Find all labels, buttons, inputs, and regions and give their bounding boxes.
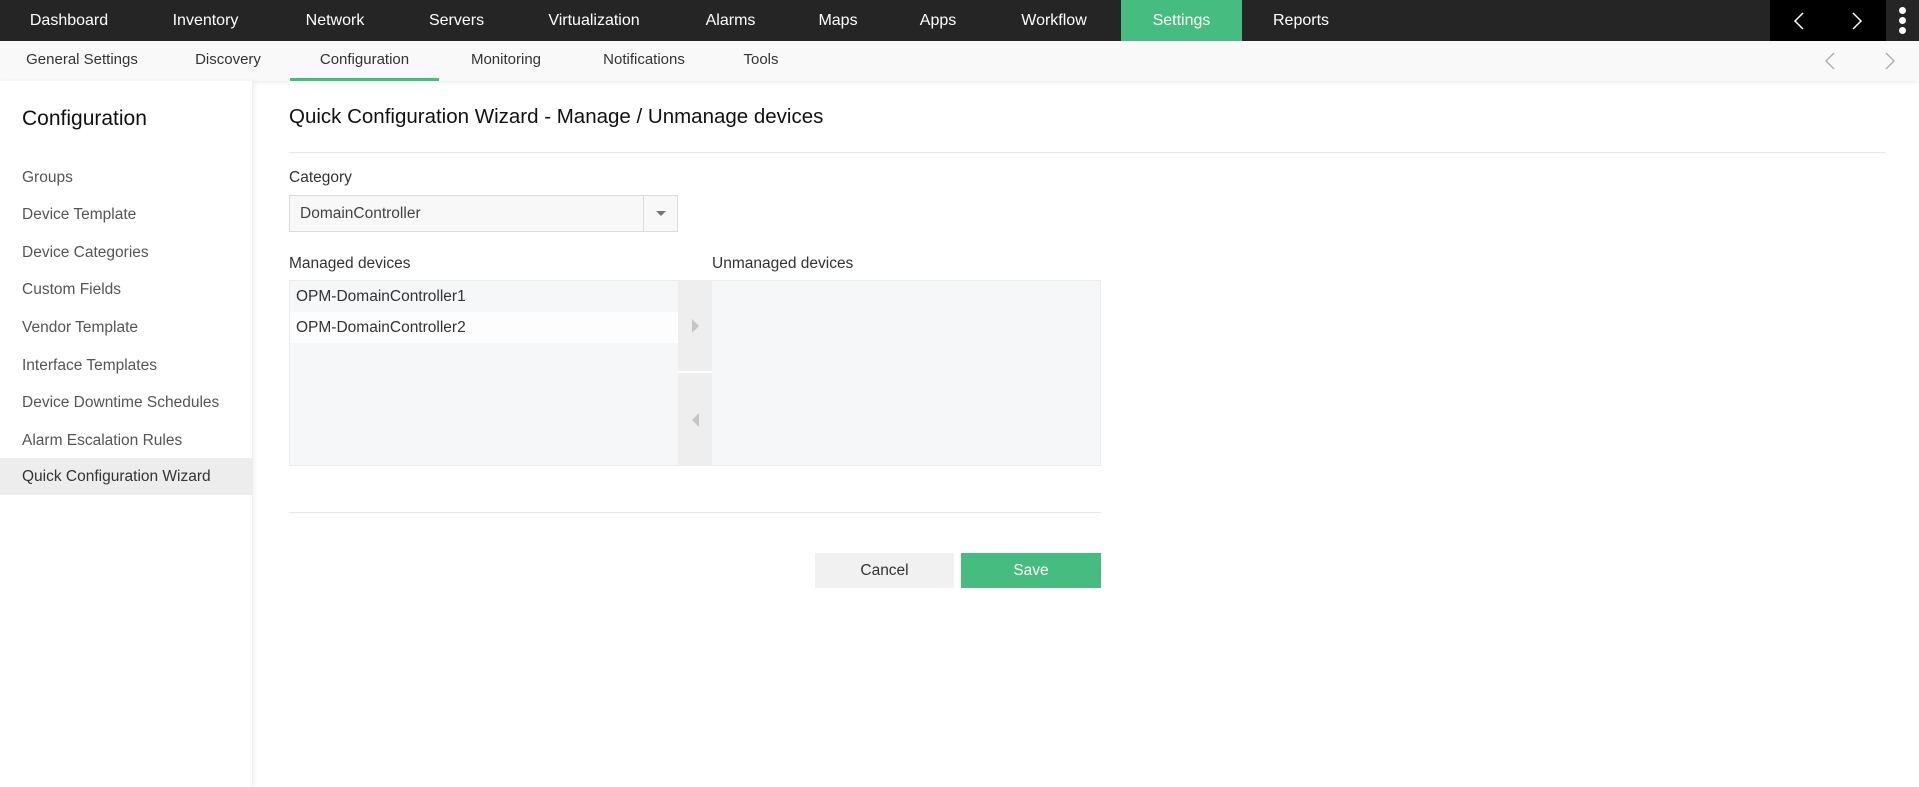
sidebar-item-vendor-template[interactable]: Vendor Template	[0, 309, 253, 346]
list-item[interactable]: OPM-DomainController1	[290, 281, 678, 312]
unmanaged-devices-label: Unmanaged devices	[712, 255, 854, 272]
nav-dashboard[interactable]: Dashboard	[12, 0, 126, 41]
chevron-left-icon	[1793, 11, 1804, 30]
save-button[interactable]: Save	[961, 553, 1101, 588]
sidebar-item-custom-fields[interactable]: Custom Fields	[0, 271, 253, 308]
subnav-general-settings[interactable]: General Settings	[18, 41, 146, 81]
sidebar-item-device-downtime-schedules[interactable]: Device Downtime Schedules	[0, 384, 253, 421]
chevron-right-icon	[1885, 52, 1895, 70]
nav-network[interactable]: Network	[290, 0, 380, 41]
chevron-down-icon[interactable]	[643, 196, 677, 231]
subnav-notifications[interactable]: Notifications	[592, 41, 696, 81]
move-to-managed-button[interactable]	[678, 373, 712, 466]
category-select-value: DomainController	[300, 205, 421, 222]
arrow-right-icon	[691, 318, 699, 333]
nav-apps[interactable]: Apps	[900, 0, 976, 41]
cancel-button[interactable]: Cancel	[815, 553, 954, 588]
subnav-discovery[interactable]: Discovery	[182, 41, 274, 81]
transfer-controls	[678, 280, 712, 466]
more-menu-icon[interactable]	[1886, 0, 1919, 41]
category-label: Category	[289, 169, 352, 186]
subnav-configuration[interactable]: Configuration	[290, 41, 439, 81]
nav-scroll-arrows	[1770, 0, 1886, 41]
sidebar-item-groups[interactable]: Groups	[0, 159, 253, 196]
move-to-unmanaged-button[interactable]	[678, 280, 712, 371]
sidebar-item-device-categories[interactable]: Device Categories	[0, 234, 253, 271]
nav-virtualization[interactable]: Virtualization	[530, 0, 658, 41]
sidebar-item-device-template[interactable]: Device Template	[0, 196, 253, 233]
nav-prev-button[interactable]	[1770, 0, 1828, 41]
page-title: Quick Configuration Wizard - Manage / Un…	[289, 105, 824, 128]
sidebar-item-alarm-escalation-rules[interactable]: Alarm Escalation Rules	[0, 422, 253, 459]
sidebar-title: Configuration	[22, 107, 147, 130]
nav-servers[interactable]: Servers	[414, 0, 499, 41]
subnav-next-button[interactable]	[1860, 41, 1919, 81]
nav-settings[interactable]: Settings	[1121, 0, 1242, 41]
sub-nav: General Settings Discovery Configuration…	[0, 41, 1919, 81]
divider	[289, 512, 1101, 513]
chevron-left-icon	[1824, 52, 1834, 70]
top-nav: Dashboard Inventory Network Servers Virt…	[0, 0, 1919, 41]
nav-maps[interactable]: Maps	[800, 0, 876, 41]
sidebar-item-quick-configuration-wizard[interactable]: Quick Configuration Wizard	[0, 458, 253, 495]
list-item[interactable]: OPM-DomainController2	[290, 312, 678, 343]
nav-workflow[interactable]: Workflow	[1002, 0, 1106, 41]
managed-devices-label: Managed devices	[289, 255, 411, 272]
chevron-right-icon	[1852, 11, 1863, 30]
category-select[interactable]: DomainController	[289, 195, 678, 232]
subnav-prev-button[interactable]	[1800, 41, 1859, 81]
divider	[289, 152, 1886, 153]
managed-devices-list[interactable]: OPM-DomainController1 OPM-DomainControll…	[289, 280, 678, 466]
sidebar-item-interface-templates[interactable]: Interface Templates	[0, 347, 253, 384]
nav-inventory[interactable]: Inventory	[158, 0, 253, 41]
sidebar: Configuration Groups Device Template Dev…	[0, 81, 253, 787]
nav-alarms[interactable]: Alarms	[688, 0, 773, 41]
nav-reports[interactable]: Reports	[1256, 0, 1346, 41]
unmanaged-devices-list[interactable]	[712, 280, 1101, 466]
nav-next-button[interactable]	[1828, 0, 1886, 41]
subnav-scroll-arrows	[1800, 41, 1919, 81]
arrow-left-icon	[691, 412, 699, 427]
subnav-tools[interactable]: Tools	[736, 41, 786, 81]
subnav-monitoring[interactable]: Monitoring	[460, 41, 552, 81]
